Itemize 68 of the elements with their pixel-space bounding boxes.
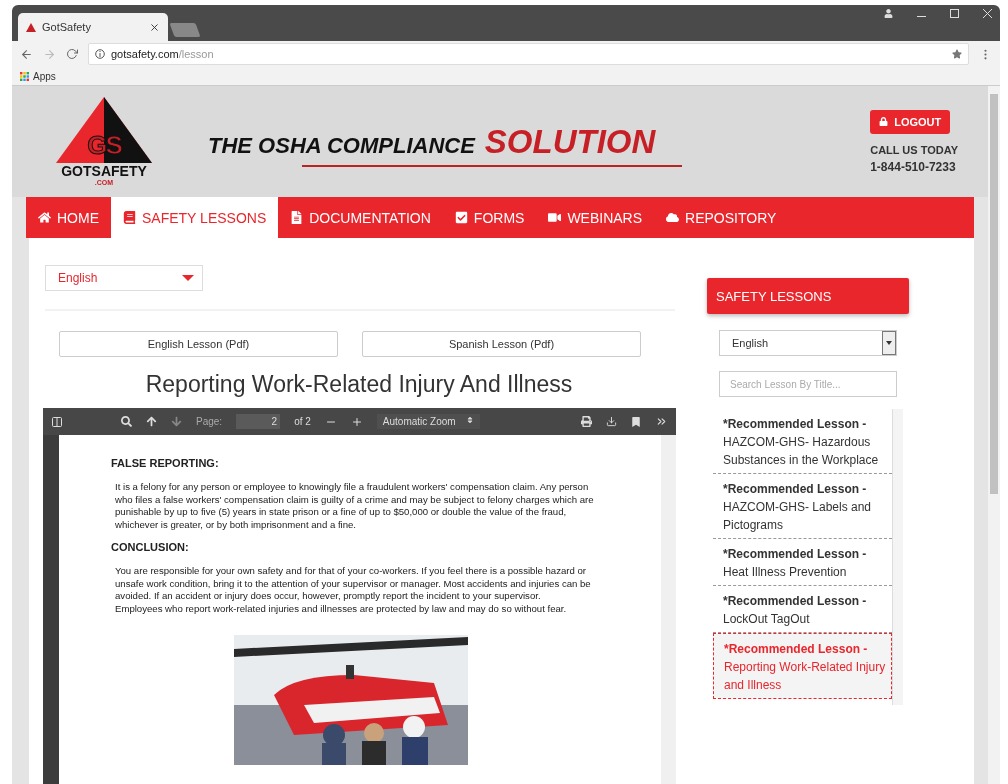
reload-icon[interactable] [66,48,78,60]
nav-tab[interactable]: SAFETY LESSONS [111,197,279,238]
paragraph: It is a felony for any person or employee to knowingly file a fraudulent workers' compensation claim. Any person who files a false workers' compensation claim is guilty of a crime and may be subject to felony charges which are punishable by up to five (5) years in state prison or a fine of up to $50,000 or double the value of the fraud, whichever is greater, or by both imprisonment and a fine. [115,481,595,531]
language-select[interactable]: English [719,330,897,356]
section-heading: FALSE REPORTING: [111,457,220,469]
search-icon[interactable] [121,416,132,427]
nav-icon [548,211,562,224]
nav-icon [290,211,304,224]
lesson-title: Reporting Work-Related Injury And Illness [144,371,574,398]
search-field[interactable]: Search Lesson By Title... [719,371,897,397]
profile-icon[interactable] [884,9,893,18]
bookmark-link[interactable]: Apps [33,70,56,82]
nav-icon [666,211,680,224]
section-heading: CONCLUSION: [111,541,190,553]
nav-tab[interactable]: FORMS [442,197,537,238]
pdf-download-button[interactable]: English Lesson (Pdf) [59,331,338,357]
download-icon[interactable] [606,416,617,427]
nav-tab[interactable]: REPOSITORY [654,197,789,238]
pdf-download-button[interactable]: Spanish Lesson (Pdf) [362,331,641,357]
zoom-in-icon[interactable] [350,415,363,428]
new-tab-button[interactable] [169,23,201,37]
nav-tab[interactable]: DOCUMENTATION [278,197,443,238]
call-label: CALL US TODAY [870,143,958,156]
lock-icon [879,117,889,126]
scrollbar[interactable] [661,435,676,784]
zoom-select[interactable]: Automatic Zoom [376,414,480,429]
tagline: THE OSHA COMPLIANCE [208,132,475,159]
nav-tab[interactable]: WEBINARS [536,197,655,238]
page-label: Page: [196,416,223,427]
info-icon [95,49,105,59]
back-icon[interactable] [20,47,33,61]
caret-icon [182,275,194,281]
logout-button[interactable]: LOGOUT [870,109,951,134]
sidebar-toggle-icon[interactable] [51,415,63,428]
address-bar[interactable]: gotsafety.com/lesson [88,43,969,65]
language-select[interactable]: English [45,265,203,291]
caret-icon [886,341,892,345]
triangle-icon [26,22,36,32]
print-icon[interactable] [581,416,592,427]
logo-name: GOTSAFETY [61,163,147,179]
close-icon[interactable] [149,21,160,33]
browser-tab[interactable]: GotSafety [18,13,168,41]
nav-icon [123,211,136,224]
apps-grid-icon [20,71,29,81]
tab-title: GotSafety [42,21,92,33]
page-scrollbar[interactable] [988,86,1000,784]
url-text: gotsafety.com/lesson [111,48,214,60]
triangle-logo-icon [56,97,152,163]
arrow-down-icon[interactable] [171,416,182,427]
paragraph: You are responsible for your own safety and for that of your co-workers. If you feel there is a possible hazard or unsafe work condition, bring it to the attention of your supervisor or manager. Most accidents and injuries can be avoided. If an accident or injury does occur, however, promptly report the incident to your supervisor. [115,565,592,603]
bookmark-icon[interactable] [631,416,641,427]
tagline-accent: SOLUTION [484,122,656,161]
lesson-item[interactable]: *Recommended Lesson - Reporting Work-Related Injury and Illness [713,633,892,699]
paragraph: Employees who report work-related injuries and illnesses are protected by law and may do so without fear. [115,602,568,615]
nav-tab[interactable]: HOME [26,197,111,238]
arrow-up-icon[interactable] [146,416,157,427]
page-count: of 2 [294,416,311,427]
phone-number: 1-844-510-7233 [870,159,956,174]
star-icon[interactable] [952,49,962,59]
nav-icon [454,211,468,224]
scrollbar[interactable] [892,409,903,705]
close-icon[interactable] [983,9,992,18]
sidebar-title: SAFETY LESSONS [707,278,909,314]
nav-icon [38,211,51,224]
sort-icon [465,416,474,424]
maximize-icon[interactable] [950,9,959,18]
more-tools-icon[interactable] [655,415,668,428]
page-number-field[interactable]: 2 [236,414,281,429]
